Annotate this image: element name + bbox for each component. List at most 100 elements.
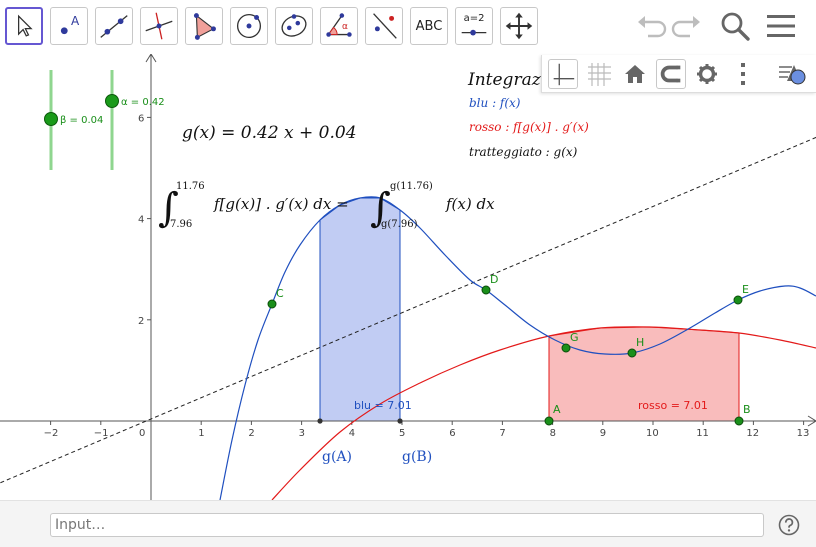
legend-red: rosso : f[g(x)] . g′(x)	[469, 120, 589, 134]
x-tick-label: 8	[550, 428, 556, 439]
polygon-tool[interactable]	[185, 7, 223, 45]
ga-label: g(A)	[322, 449, 352, 465]
perpendicular-line-tool[interactable]	[140, 7, 178, 45]
slider-beta-label: β = 0.04	[60, 115, 103, 126]
algebra-input-field[interactable]	[50, 513, 764, 537]
main-menu-button[interactable]	[764, 8, 798, 44]
point-tool-label: A	[71, 14, 80, 28]
text-tool[interactable]: ABC	[410, 7, 448, 45]
home-icon	[625, 65, 645, 83]
point-c[interactable]: C	[267, 287, 284, 309]
point-e[interactable]: E	[733, 283, 749, 305]
hamburger-menu-icon	[767, 15, 795, 37]
integral-lhs-integrand: f[g(x)] . g′(x) dx =	[213, 195, 349, 213]
circle-tool[interactable]	[230, 7, 268, 45]
line-through-two-points-icon	[100, 15, 128, 38]
angle-icon	[326, 13, 352, 37]
gear-icon	[697, 64, 717, 84]
y-tick-label: 2	[138, 316, 144, 327]
toolbar: A α ABC a=2	[0, 0, 816, 54]
point-e-label: E	[742, 283, 749, 296]
y-tick-label: 6	[138, 113, 144, 124]
slider-alpha-knob[interactable]	[105, 94, 119, 108]
text-tool-label: ABC	[415, 18, 443, 34]
polygon-icon	[193, 13, 216, 40]
slider-icon	[461, 29, 487, 36]
angle-tool[interactable]: α	[320, 7, 358, 45]
cursor-arrow-icon	[18, 14, 33, 37]
undo-button[interactable]	[634, 8, 668, 44]
input-bar	[0, 500, 816, 547]
input-help-button[interactable]	[778, 514, 800, 536]
move-graphics-view-tool[interactable]	[500, 7, 538, 45]
x-tick-label: 13	[797, 428, 810, 439]
slider-alpha-label: α = 0.42	[121, 97, 165, 108]
integral-rhs-integrand: f(x) dx	[445, 195, 495, 213]
blu-area-label: blu = 7.01	[354, 399, 412, 412]
point-a-label: A	[553, 403, 561, 416]
blue-integral-region	[319, 197, 401, 422]
point-d[interactable]: D	[481, 273, 498, 295]
y-tick-label: 4	[138, 215, 144, 226]
integral-rhs-lower: g(7.96)	[381, 219, 418, 230]
toggle-style-bar-button[interactable]	[778, 59, 808, 89]
integral-rhs-upper: g(11.76)	[390, 181, 433, 192]
x-tick-label: 10	[646, 428, 659, 439]
angle-tool-label: α	[342, 22, 348, 32]
y-axis-ticks: 2 4 6	[138, 113, 151, 327]
reflect-about-line-icon	[373, 13, 397, 39]
point-icon	[60, 27, 68, 35]
style-bar-triangle-icon	[779, 65, 806, 85]
reflect-tool[interactable]	[365, 7, 403, 45]
standard-view-button[interactable]	[620, 59, 650, 89]
graphics-view[interactable]: −2 −1 0 1 2 3 4 5 6 7 8 9 10 11 12 13 246 A B	[0, 54, 816, 500]
undo-icon	[638, 16, 667, 38]
slider-beta-knob[interactable]	[44, 112, 58, 126]
point-d-label: D	[490, 273, 498, 286]
x-tick-label: 5	[399, 428, 405, 439]
x-axis-ticks: −2 −1 0 1 2 3 4 5 6 7 8 9 10 11 12 13	[44, 421, 810, 439]
integral-lhs-lower: 7.96	[170, 219, 192, 230]
legend-dashed: tratteggiato : g(x)	[469, 145, 578, 159]
title-text: Integraz	[467, 70, 542, 90]
more-options-button[interactable]	[728, 59, 758, 89]
axes-icon	[553, 63, 575, 86]
search-button[interactable]	[718, 8, 752, 44]
x-tick-label: 4	[349, 428, 355, 439]
point-capturing-button[interactable]	[656, 59, 686, 89]
graphics-settings-button[interactable]	[692, 59, 722, 89]
move-tool[interactable]	[5, 7, 43, 45]
redo-button[interactable]	[670, 8, 704, 44]
x-tick-label: 11	[696, 428, 709, 439]
line-tool[interactable]	[95, 7, 133, 45]
point-c-label: C	[276, 287, 284, 300]
point-tool[interactable]: A	[50, 7, 88, 45]
point-a[interactable]: A	[544, 403, 561, 426]
slider-tool[interactable]: a=2	[455, 7, 493, 45]
g-definition-text: g(x) = 0.42 x + 0.04	[182, 123, 357, 143]
x-tick-label: 6	[449, 428, 455, 439]
x-tick-label: 1	[198, 428, 204, 439]
show-axes-button[interactable]	[548, 59, 578, 89]
legend-blue: blu : f(x)	[469, 96, 521, 110]
help-circle-icon	[778, 514, 800, 536]
show-grid-button[interactable]	[584, 59, 614, 89]
vertical-dots-icon	[741, 63, 745, 85]
g-line-dashed	[0, 136, 816, 484]
x-tick-label: 12	[746, 428, 759, 439]
point-b-label: B	[743, 403, 751, 416]
gb-endpoint[interactable]	[397, 418, 403, 424]
x-tick-label: −2	[44, 428, 59, 439]
x-tick-label: 3	[299, 428, 305, 439]
x-tick-label: 0	[139, 428, 145, 439]
integral-lhs-upper: 11.76	[176, 181, 205, 192]
ellipse-tool[interactable]	[275, 7, 313, 45]
slider-alpha[interactable]: α = 0.42	[105, 70, 165, 170]
magnet-icon	[660, 65, 681, 83]
perpendicular-line-icon	[145, 12, 173, 40]
x-tick-label: 2	[248, 428, 254, 439]
plot-canvas[interactable]: −2 −1 0 1 2 3 4 5 6 7 8 9 10 11 12 13 246 A B	[0, 54, 816, 500]
rosso-area-label: rosso = 7.01	[638, 399, 708, 412]
slider-beta[interactable]: β = 0.04	[44, 70, 104, 170]
ga-endpoint[interactable]	[317, 418, 323, 424]
